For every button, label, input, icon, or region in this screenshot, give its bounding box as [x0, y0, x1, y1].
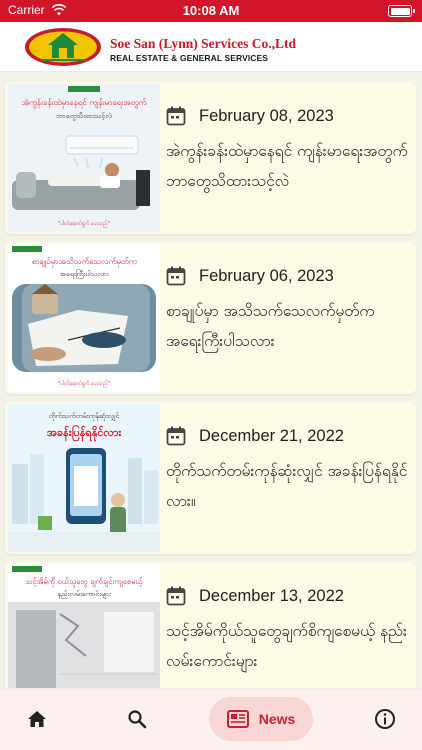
clock-label: 10:08 AM — [182, 3, 240, 18]
battery-level — [390, 7, 410, 15]
thumb-footer: "ပါဝင်ဆောင်ရွက် ပေးသည်" — [58, 381, 110, 387]
news-date: December 21, 2022 — [199, 427, 344, 445]
news-screen: Carrier 10:08 AM Soe San (Lynn) Services… — [0, 0, 422, 750]
news-date: February 06, 2023 — [199, 267, 334, 285]
home-icon — [28, 711, 46, 727]
calendar-icon — [166, 426, 186, 446]
company-subtitle: REAL ESTATE & GENERAL SERVICES — [110, 53, 269, 63]
news-card[interactable]: အဲကွန်းခန်းထဲမှာနေရင် ကျန်းမာရေးအတွက် ဘာ… — [5, 82, 416, 234]
news-title[interactable]: သင့်အိမ်ကိုယ်သူတွေချက်စိကျစေမယ့် နည်းလမ်… — [166, 616, 410, 676]
calendar-icon — [166, 266, 186, 286]
thumb-headline: တိုက်သက်တမ်းကုန်ဆုံးလျှင် — [49, 412, 120, 421]
thumb-subline: ဘာတွေသိထားသင့်လဲ — [56, 112, 112, 121]
news-date: December 13, 2022 — [199, 587, 344, 605]
news-title[interactable]: အဲကွန်းခန်းထဲမှာနေရင် ကျန်းမာရေးအတွက်ဘာတ… — [166, 136, 410, 196]
app-header: Soe San (Lynn) Services Co.,Ltd REAL EST… — [0, 22, 422, 72]
tab-news-label: News — [258, 711, 296, 727]
news-date: February 08, 2023 — [199, 107, 334, 125]
news-card[interactable]: သင့်အိမ်ကို ဝယ်သူတွေ ချက်ချင်းကျစေမယ့် န… — [5, 562, 416, 688]
news-card[interactable]: တိုက်သက်တမ်းကုန်ဆုံးလျှင် အခန်းပြန်ရနိုင… — [5, 402, 416, 554]
newspaper-icon — [226, 710, 249, 728]
tab-search[interactable] — [116, 697, 158, 741]
info-icon — [375, 709, 395, 729]
news-list[interactable]: အဲကွန်းခန်းထဲမှာနေရင် ကျန်းမာရေးအတွက် ဘာ… — [0, 72, 422, 688]
tab-info[interactable] — [364, 697, 406, 741]
thumb-subline: နည်းလမ်းကောင်းများ — [57, 590, 111, 599]
news-card[interactable]: စာချုပ်မှာအသိသက်သေလက်မှတ်က အရေးကြီးပါသလာ… — [5, 242, 416, 394]
news-thumbnail[interactable]: တိုက်သက်တမ်းကုန်ဆုံးလျှင် အခန်းပြန်ရနိုင… — [8, 404, 160, 552]
calendar-icon — [166, 586, 186, 606]
thumb-headline: သင့်အိမ်ကို ဝယ်သူတွေ ချက်ချင်းကျစေမယ့် — [25, 577, 142, 587]
status-bar: Carrier 10:08 AM — [0, 0, 422, 22]
tab-news[interactable]: News — [209, 697, 313, 741]
company-name: Soe San (Lynn) Services Co.,Ltd — [110, 36, 297, 51]
news-title[interactable]: တိုက်သက်တမ်းကုန်ဆုံးလျှင် အခန်းပြန်ရနိုင… — [166, 456, 410, 516]
search-icon — [128, 710, 147, 729]
tab-bar: News — [0, 688, 422, 750]
news-thumbnail[interactable]: စာချုပ်မှာအသိသက်သေလက်မှတ်က အရေးကြီးပါသလာ… — [8, 244, 160, 392]
news-thumbnail[interactable]: အဲကွန်းခန်းထဲမှာနေရင် ကျန်းမာရေးအတွက် ဘာ… — [8, 84, 160, 232]
house-logo-icon — [25, 28, 101, 66]
thumb-subline: အရေးကြီးပါသလား — [59, 269, 108, 279]
news-title[interactable]: စာချုပ်မှာ အသိသက်သေလက်မှတ်ကအရေးကြီးပါသလာ… — [166, 296, 410, 356]
battery-icon — [388, 5, 415, 17]
tab-home[interactable] — [16, 697, 58, 741]
calendar-icon — [166, 106, 186, 126]
thumb-footer: "ပါဝင်ဆောင်ရွက် ပေးသည်" — [58, 221, 110, 227]
news-thumbnail[interactable]: သင့်အိမ်ကို ဝယ်သူတွေ ချက်ချင်းကျစေမယ့် န… — [8, 564, 160, 688]
